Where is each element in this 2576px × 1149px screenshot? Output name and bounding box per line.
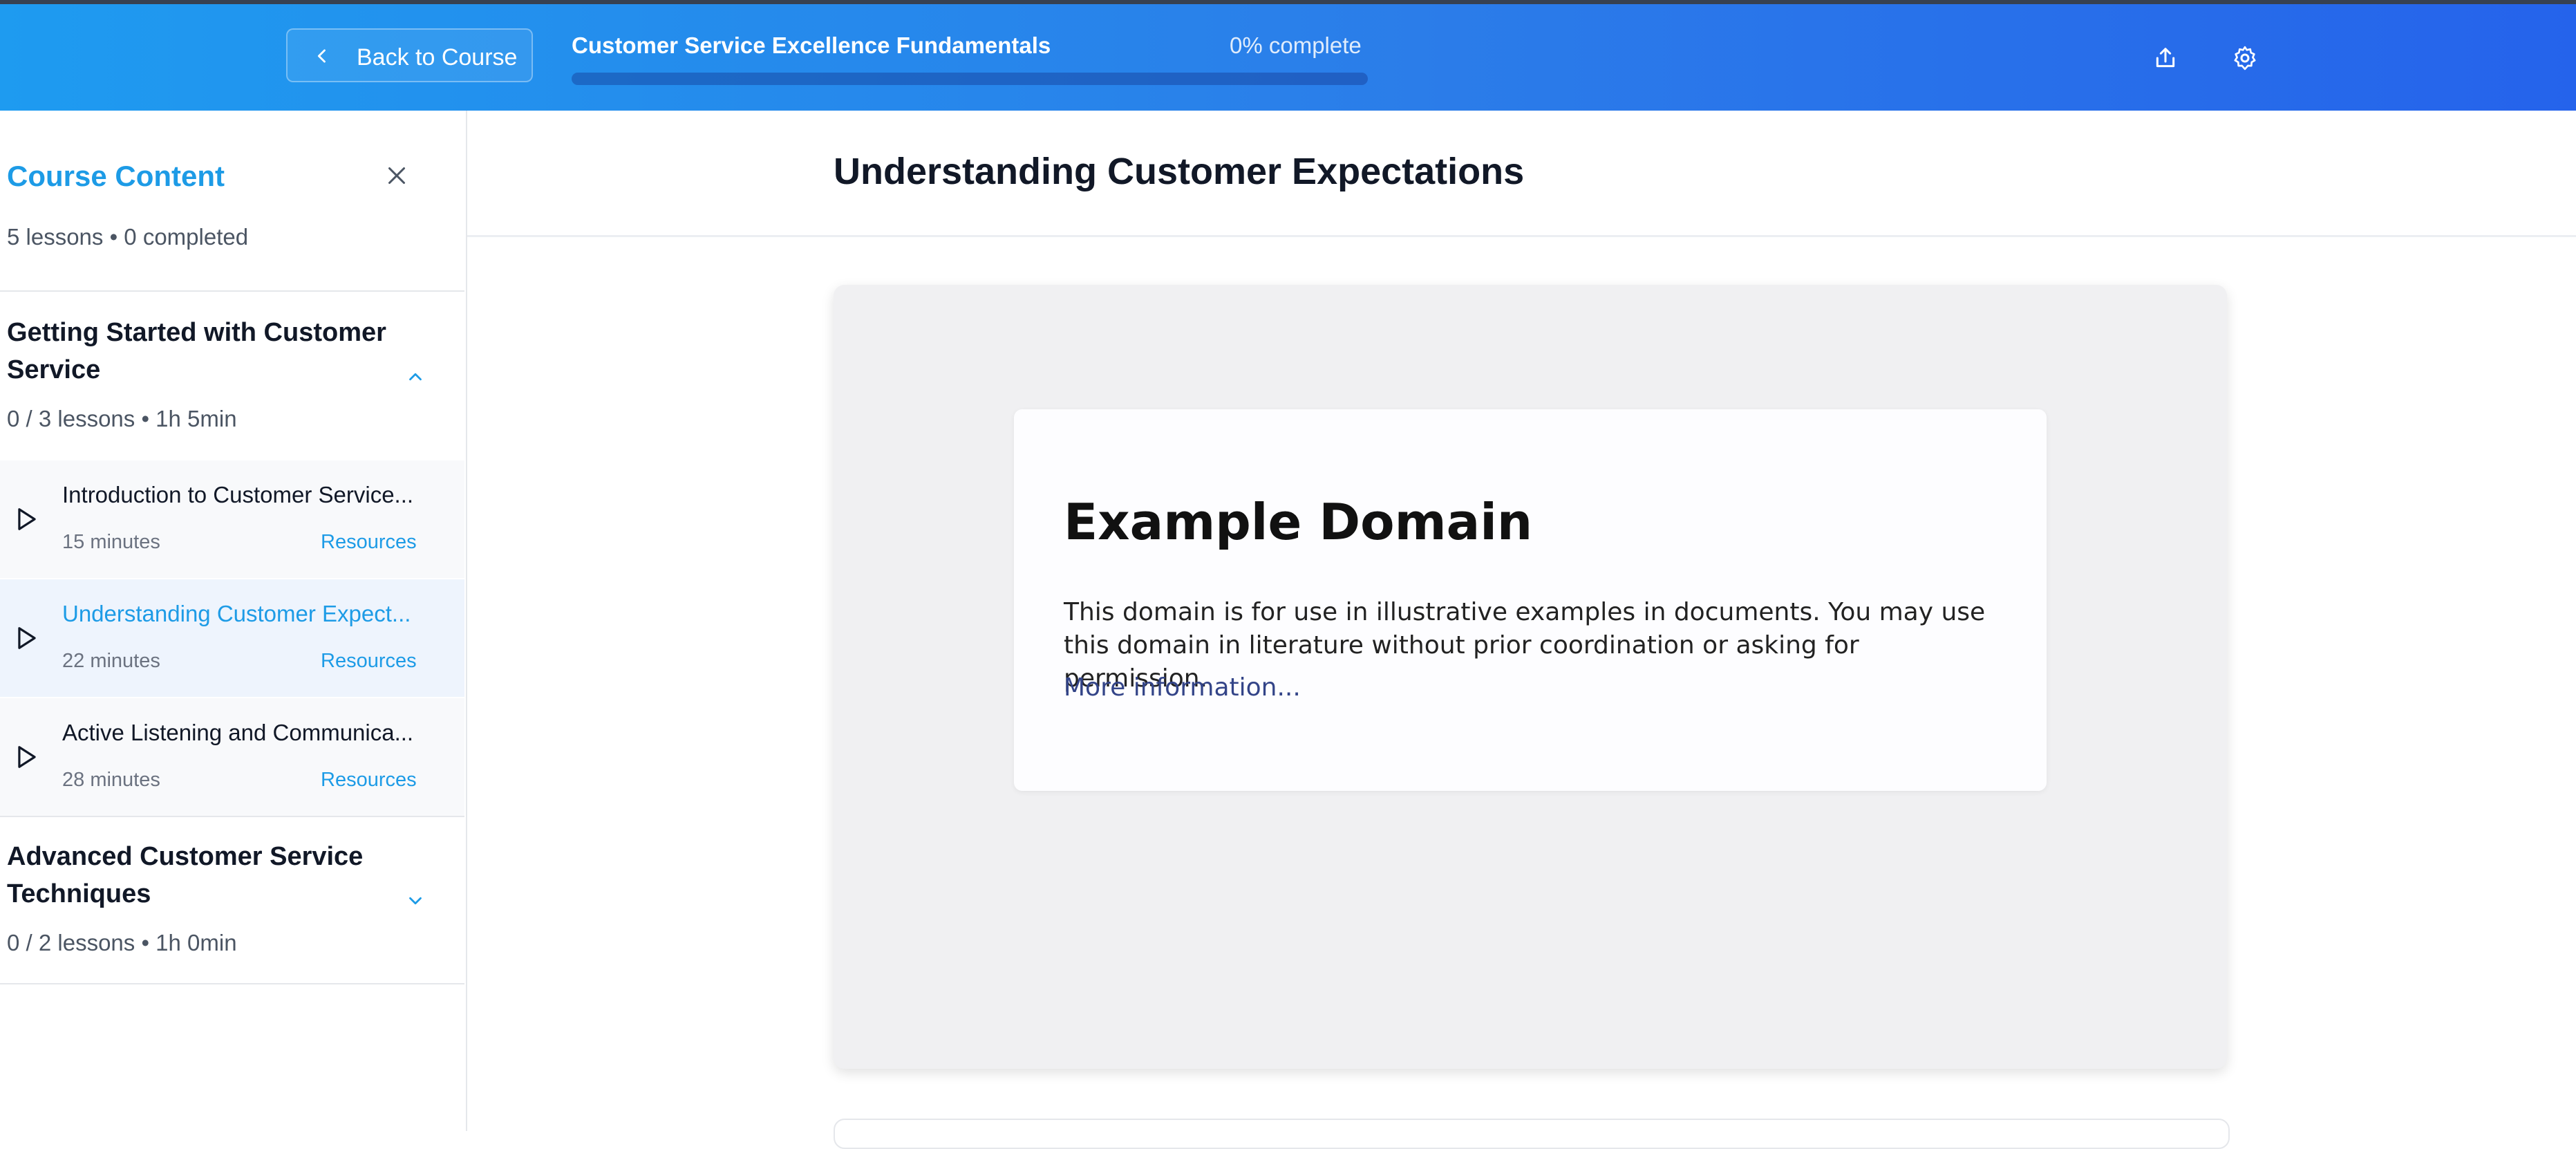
section-title: Advanced Customer Service Techniques bbox=[7, 842, 364, 908]
play-icon bbox=[18, 746, 36, 768]
lesson-item[interactable]: Introduction to Customer Service... 15 m… bbox=[0, 460, 464, 578]
chevron-down-icon[interactable] bbox=[405, 890, 426, 911]
chevron-left-icon bbox=[317, 49, 326, 63]
lesson-title: Understanding Customer Expect... bbox=[62, 601, 411, 626]
more-information-link[interactable]: More information... bbox=[1064, 672, 1301, 704]
section-divider bbox=[0, 816, 464, 817]
lesson-duration: 22 minutes bbox=[62, 650, 160, 672]
chevron-up-icon[interactable] bbox=[405, 366, 426, 387]
lesson-content-viewer[interactable]: Example Domain This domain is for use in… bbox=[834, 285, 2227, 1069]
section-divider bbox=[0, 983, 464, 984]
embedded-heading: Example Domain bbox=[1064, 493, 1533, 551]
embedded-page: Example Domain This domain is for use in… bbox=[1014, 409, 2047, 791]
sidebar-divider bbox=[0, 290, 464, 292]
share-icon bbox=[2156, 48, 2175, 68]
close-icon[interactable] bbox=[384, 163, 409, 188]
progress-bar bbox=[572, 73, 1368, 85]
share-button[interactable] bbox=[2152, 44, 2179, 72]
lesson-page-title: Understanding Customer Expectations bbox=[834, 151, 1525, 192]
lesson-header: Back to Course Customer Service Excellen… bbox=[0, 4, 2576, 111]
lesson-resources-link[interactable]: Resources bbox=[321, 648, 417, 673]
lesson-item[interactable]: Active Listening and Communica... 28 min… bbox=[0, 698, 464, 816]
lesson-item-active[interactable]: Understanding Customer Expect... 22 minu… bbox=[0, 579, 464, 697]
lesson-title: Active Listening and Communica... bbox=[62, 720, 414, 745]
progress-text: 0% complete bbox=[1230, 32, 1362, 58]
lesson-resources-link[interactable]: Resources bbox=[321, 767, 417, 792]
course-title: Customer Service Excellence Fundamentals bbox=[572, 32, 1051, 58]
main-divider bbox=[467, 235, 2576, 237]
back-to-course-button[interactable]: Back to Course bbox=[286, 28, 533, 82]
play-icon bbox=[18, 627, 36, 649]
section-meta: 0 / 3 lessons • 1h 5min bbox=[7, 406, 237, 431]
lesson-duration: 15 minutes bbox=[62, 531, 160, 553]
lesson-resources-link[interactable]: Resources bbox=[321, 530, 417, 554]
sidebar-summary: 5 lessons • 0 completed bbox=[7, 224, 249, 250]
sidebar-title: Course Content bbox=[7, 160, 225, 192]
settings-button[interactable] bbox=[2231, 44, 2259, 72]
section-title: Getting Started with Customer Service bbox=[7, 318, 386, 384]
lesson-title: Introduction to Customer Service... bbox=[62, 482, 414, 507]
lesson-duration: 28 minutes bbox=[62, 769, 160, 791]
play-icon bbox=[18, 508, 36, 530]
back-to-course-label: Back to Course bbox=[357, 44, 518, 71]
next-content-card bbox=[834, 1119, 2230, 1149]
course-content-sidebar: Course Content 5 lessons • 0 completed G… bbox=[0, 111, 467, 1131]
gear-icon bbox=[2234, 46, 2256, 71]
section-meta: 0 / 2 lessons • 1h 0min bbox=[7, 930, 237, 955]
